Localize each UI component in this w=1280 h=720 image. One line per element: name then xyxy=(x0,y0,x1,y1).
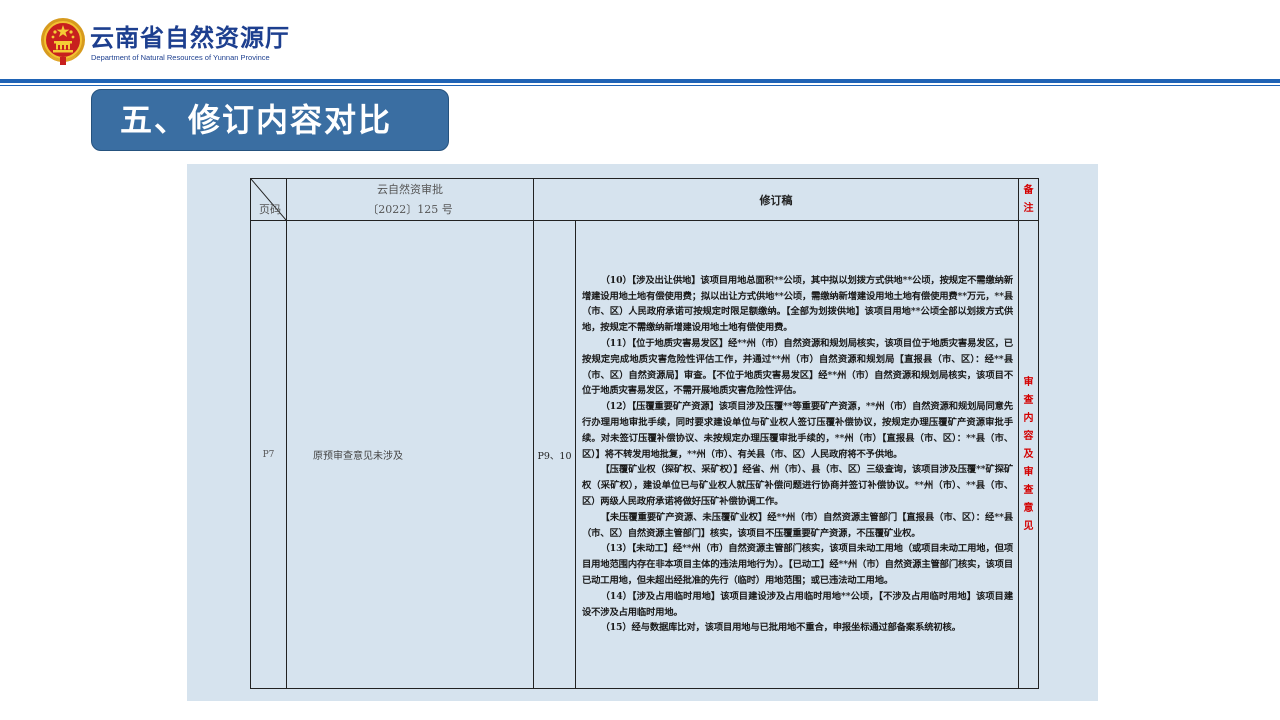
paragraph-12-no-mining: 【未压覆重要矿产资源、未压覆矿业权】经**州（市）自然资源主管部门【直报县（市、… xyxy=(582,511,1013,539)
paragraph-12: （12）【压覆重要矿产资源】该项目涉及压覆**等重要矿产资源，**州（市）自然资… xyxy=(582,401,1013,460)
national-emblem-icon xyxy=(40,16,86,66)
page-header: 云南省自然资源厅 Department of Natural Resources… xyxy=(0,0,1280,86)
original-doc-header: 云自然资审批 〔2022〕125 号 xyxy=(286,178,534,221)
paragraph-10: （10）【涉及出让供地】该项目用地总面积**公顷，其中拟以划拨方式供地**公顷，… xyxy=(582,274,1013,334)
header-divider-thick xyxy=(0,79,1280,83)
paragraph-11: （11）【位于地质灾害易发区】经**州（市）自然资源和规划局核实，该项目位于地质… xyxy=(582,338,1013,397)
header-divider-thin xyxy=(0,85,1280,86)
paragraph-15: （15）经与数据库比对，该项目用地与已批用地不重合，申报坐标通过部备案系统初核。 xyxy=(600,622,961,634)
original-content-cell: 原预审查意见未涉及 xyxy=(286,220,534,689)
paragraph-12-mining-rights: 【压覆矿业权（探矿权、采矿权）】经省、州（市）、县（市、区）三级查询，该项目涉及… xyxy=(582,464,1013,507)
document-panel: 页码 云自然资审批 〔2022〕125 号 修订稿 备注 P7 原预审查意见未涉… xyxy=(187,164,1098,701)
note-cell: 审查内容及审查意见 xyxy=(1018,220,1039,689)
page-header-label: 页码 xyxy=(259,203,281,216)
page-cell: P7 xyxy=(250,220,287,689)
org-name-cn: 云南省自然资源厅 xyxy=(90,23,290,52)
original-doc-title: 云自然资审批 xyxy=(377,182,443,196)
paragraph-13: （13）【未动工】经**州（市）自然资源主管部门核实，该项目未动工用地（或项目未… xyxy=(582,543,1013,586)
revised-content-cell: （10）【涉及出让供地】该项目用地总面积**公顷，其中拟以划拨方式供地**公顷，… xyxy=(575,220,1019,689)
revised-header: 修订稿 xyxy=(533,178,1019,221)
org-name-en: Department of Natural Resources of Yunna… xyxy=(91,53,270,62)
table-header-row: 页码 云自然资审批 〔2022〕125 号 修订稿 备注 xyxy=(250,178,1039,221)
header-corner-cell: 页码 xyxy=(250,178,287,221)
review-note: 审查内容及审查意见 xyxy=(1023,376,1034,532)
table-row: P7 原预审查意见未涉及 P9、10 （10）【涉及出让供地】该项目用地总面积*… xyxy=(250,220,1039,689)
revised-pages-cell: P9、10 xyxy=(533,220,576,689)
note-header-label: 备注 xyxy=(1023,184,1034,214)
paragraph-14: （14）【涉及占用临时用地】该项目建设涉及占用临时用地**公顷，【不涉及占用临时… xyxy=(582,590,1013,618)
original-doc-number: 〔2022〕125 号 xyxy=(367,202,453,216)
note-header: 备注 xyxy=(1018,178,1039,221)
comparison-table: 页码 云自然资审批 〔2022〕125 号 修订稿 备注 P7 原预审查意见未涉… xyxy=(250,178,1039,689)
section-title: 五、修订内容对比 xyxy=(91,89,449,151)
